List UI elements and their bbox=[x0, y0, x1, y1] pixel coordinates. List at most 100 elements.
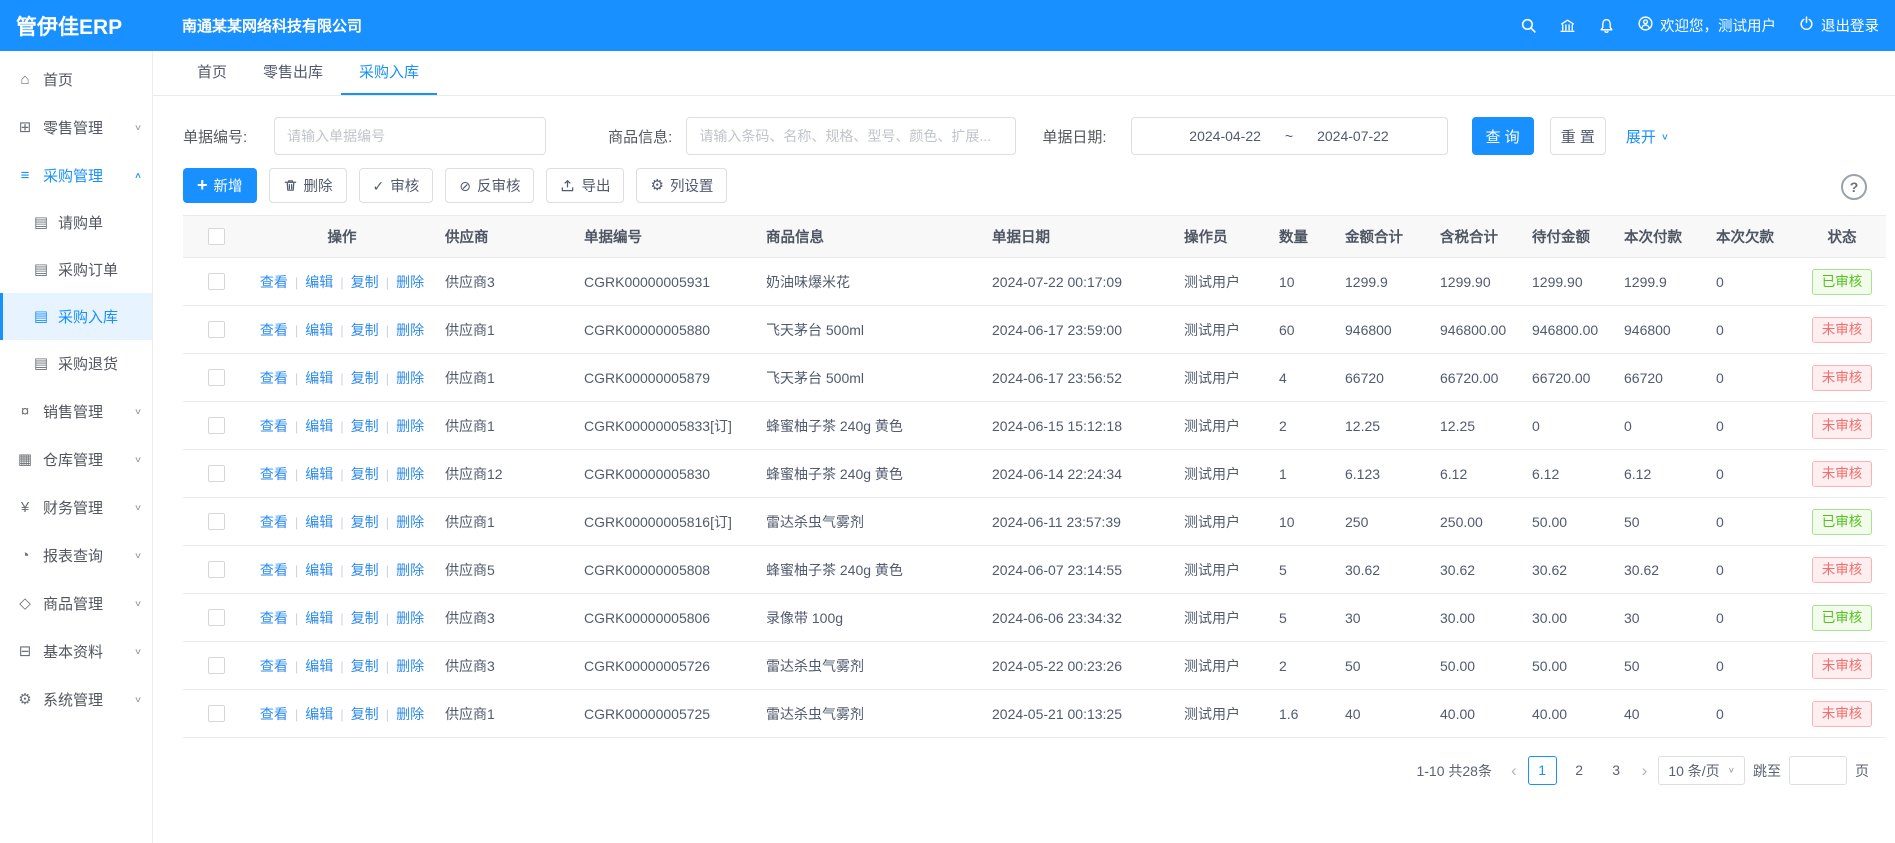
table-row[interactable]: 查看|编辑|复制|删除供应商3CGRK00000005726雷达杀虫气雾剂202… bbox=[183, 642, 1886, 690]
sidebar-item-system[interactable]: ⚙ 系统管理 ∨ bbox=[0, 675, 152, 723]
row-action-view[interactable]: 查看 bbox=[260, 514, 288, 530]
welcome-user[interactable]: 欢迎您，测试用户 bbox=[1637, 15, 1776, 36]
row-checkbox[interactable] bbox=[208, 321, 225, 338]
unaudit-button[interactable]: ⊘反审核 bbox=[445, 168, 534, 203]
row-action-view[interactable]: 查看 bbox=[260, 322, 288, 338]
sidebar-item-finance[interactable]: ¥ 财务管理 ∨ bbox=[0, 483, 152, 531]
sidebar-item-purchase-return[interactable]: ▤ 采购退货 bbox=[0, 340, 152, 387]
row-action-copy[interactable]: 复制 bbox=[351, 466, 379, 482]
search-button[interactable]: 查 询 bbox=[1472, 117, 1534, 155]
row-action-view[interactable]: 查看 bbox=[260, 562, 288, 578]
row-action-edit[interactable]: 编辑 bbox=[305, 514, 333, 530]
row-action-edit[interactable]: 编辑 bbox=[305, 610, 333, 626]
row-action-delete[interactable]: 删除 bbox=[396, 706, 424, 722]
sidebar-item-purchase-inbound[interactable]: ▤ 采购入库 bbox=[0, 293, 152, 340]
row-action-copy[interactable]: 复制 bbox=[351, 658, 379, 674]
row-action-delete[interactable]: 删除 bbox=[396, 514, 424, 530]
row-action-copy[interactable]: 复制 bbox=[351, 706, 379, 722]
help-icon[interactable]: ? bbox=[1841, 174, 1867, 200]
row-action-edit[interactable]: 编辑 bbox=[305, 370, 333, 386]
row-action-copy[interactable]: 复制 bbox=[351, 274, 379, 290]
select-all-checkbox[interactable] bbox=[208, 228, 225, 245]
page-3-button[interactable]: 3 bbox=[1602, 756, 1631, 785]
row-action-copy[interactable]: 复制 bbox=[351, 562, 379, 578]
prev-page-icon[interactable]: ‹ bbox=[1508, 762, 1520, 779]
sidebar-item-warehouse[interactable]: ▦ 仓库管理 ∨ bbox=[0, 435, 152, 483]
date-start-value[interactable]: 2024-04-22 bbox=[1189, 128, 1261, 144]
export-button[interactable]: 导出 bbox=[546, 168, 624, 203]
row-checkbox[interactable] bbox=[208, 417, 225, 434]
date-range-picker[interactable]: 2024-04-22 ~ 2024-07-22 bbox=[1131, 117, 1448, 155]
row-action-view[interactable]: 查看 bbox=[260, 466, 288, 482]
page-1-button[interactable]: 1 bbox=[1528, 756, 1557, 785]
row-checkbox[interactable] bbox=[208, 465, 225, 482]
audit-button[interactable]: ✓审核 bbox=[359, 168, 434, 203]
row-checkbox[interactable] bbox=[208, 513, 225, 530]
jump-page-input[interactable] bbox=[1789, 756, 1847, 785]
sidebar-item-home[interactable]: ⌂ 首页 bbox=[0, 55, 152, 103]
tab-retail-outbound[interactable]: 零售出库 bbox=[245, 51, 341, 95]
row-checkbox[interactable] bbox=[208, 273, 225, 290]
table-row[interactable]: 查看|编辑|复制|删除供应商1CGRK00000005879飞天茅台 500ml… bbox=[183, 354, 1886, 402]
row-action-edit[interactable]: 编辑 bbox=[305, 562, 333, 578]
row-checkbox[interactable] bbox=[208, 561, 225, 578]
row-checkbox[interactable] bbox=[208, 369, 225, 386]
product-info-input[interactable] bbox=[686, 117, 1016, 155]
row-action-copy[interactable]: 复制 bbox=[351, 514, 379, 530]
row-action-edit[interactable]: 编辑 bbox=[305, 466, 333, 482]
row-action-view[interactable]: 查看 bbox=[260, 610, 288, 626]
row-action-edit[interactable]: 编辑 bbox=[305, 658, 333, 674]
sidebar-item-purchase-order[interactable]: ▤ 采购订单 bbox=[0, 246, 152, 293]
row-action-view[interactable]: 查看 bbox=[260, 418, 288, 434]
row-action-view[interactable]: 查看 bbox=[260, 658, 288, 674]
row-action-copy[interactable]: 复制 bbox=[351, 370, 379, 386]
row-action-copy[interactable]: 复制 bbox=[351, 322, 379, 338]
row-action-delete[interactable]: 删除 bbox=[396, 466, 424, 482]
table-row[interactable]: 查看|编辑|复制|删除供应商1CGRK00000005725雷达杀虫气雾剂202… bbox=[183, 690, 1886, 738]
search-icon[interactable] bbox=[1520, 17, 1537, 34]
column-settings-button[interactable]: ⚙列设置 bbox=[636, 168, 727, 203]
tab-purchase-inbound[interactable]: 采购入库 bbox=[341, 51, 437, 95]
bill-no-input[interactable] bbox=[274, 117, 546, 155]
row-action-edit[interactable]: 编辑 bbox=[305, 418, 333, 434]
tab-home[interactable]: 首页 bbox=[179, 51, 245, 95]
sidebar-item-retail[interactable]: ⊞ 零售管理 ∨ bbox=[0, 103, 152, 151]
sidebar-item-purchase-request[interactable]: ▤ 请购单 bbox=[0, 199, 152, 246]
row-checkbox[interactable] bbox=[208, 705, 225, 722]
table-row[interactable]: 查看|编辑|复制|删除供应商3CGRK00000005806录像带 100g20… bbox=[183, 594, 1886, 642]
row-action-delete[interactable]: 删除 bbox=[396, 610, 424, 626]
row-action-delete[interactable]: 删除 bbox=[396, 658, 424, 674]
row-action-delete[interactable]: 删除 bbox=[396, 274, 424, 290]
bank-icon[interactable] bbox=[1559, 17, 1576, 34]
page-size-select[interactable]: 10 条/页∨ bbox=[1658, 756, 1745, 785]
bell-icon[interactable] bbox=[1598, 17, 1615, 34]
row-action-view[interactable]: 查看 bbox=[260, 370, 288, 386]
page-2-button[interactable]: 2 bbox=[1565, 756, 1594, 785]
next-page-icon[interactable]: › bbox=[1639, 762, 1651, 779]
table-row[interactable]: 查看|编辑|复制|删除供应商5CGRK00000005808蜂蜜柚子茶 240g… bbox=[183, 546, 1886, 594]
row-action-edit[interactable]: 编辑 bbox=[305, 706, 333, 722]
row-action-edit[interactable]: 编辑 bbox=[305, 322, 333, 338]
row-action-delete[interactable]: 删除 bbox=[396, 370, 424, 386]
row-action-edit[interactable]: 编辑 bbox=[305, 274, 333, 290]
row-action-view[interactable]: 查看 bbox=[260, 274, 288, 290]
table-row[interactable]: 查看|编辑|复制|删除供应商1CGRK00000005833[订]蜂蜜柚子茶 2… bbox=[183, 402, 1886, 450]
table-row[interactable]: 查看|编辑|复制|删除供应商1CGRK00000005816[订]雷达杀虫气雾剂… bbox=[183, 498, 1886, 546]
row-action-copy[interactable]: 复制 bbox=[351, 418, 379, 434]
add-button[interactable]: +新增 bbox=[183, 168, 257, 203]
sidebar-item-report[interactable]: ◔ 报表查询 ∨ bbox=[0, 531, 152, 579]
sidebar-item-purchase[interactable]: ≡ 采购管理 ∧ bbox=[0, 151, 152, 199]
row-action-delete[interactable]: 删除 bbox=[396, 322, 424, 338]
row-checkbox[interactable] bbox=[208, 609, 225, 626]
expand-link[interactable]: 展开∨ bbox=[1626, 126, 1669, 147]
sidebar-item-basic-data[interactable]: ⊟ 基本资料 ∨ bbox=[0, 627, 152, 675]
row-checkbox[interactable] bbox=[208, 657, 225, 674]
row-action-copy[interactable]: 复制 bbox=[351, 610, 379, 626]
row-action-delete[interactable]: 删除 bbox=[396, 418, 424, 434]
table-row[interactable]: 查看|编辑|复制|删除供应商3CGRK00000005931奶油味爆米花2024… bbox=[183, 258, 1886, 306]
reset-button[interactable]: 重 置 bbox=[1550, 117, 1606, 155]
delete-button[interactable]: 删除 bbox=[269, 168, 347, 203]
table-row[interactable]: 查看|编辑|复制|删除供应商1CGRK00000005880飞天茅台 500ml… bbox=[183, 306, 1886, 354]
sidebar-item-product[interactable]: ◇ 商品管理 ∨ bbox=[0, 579, 152, 627]
row-action-delete[interactable]: 删除 bbox=[396, 562, 424, 578]
